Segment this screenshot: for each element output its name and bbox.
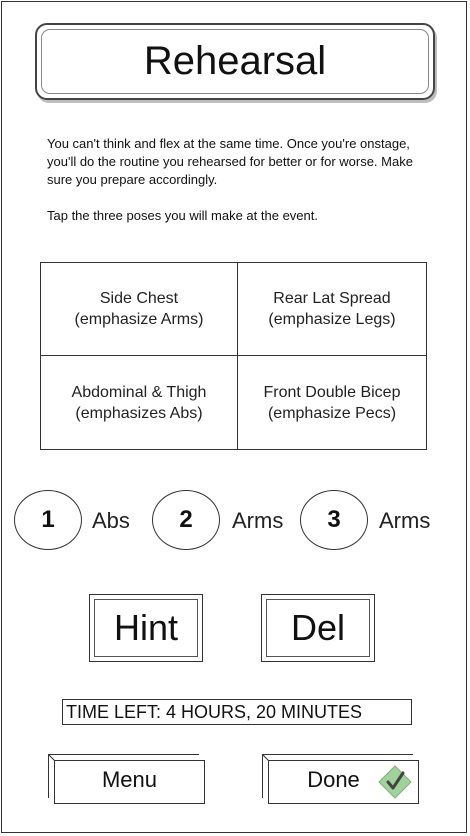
pose-emphasis: (emphasize Arms) — [74, 311, 204, 328]
checkmark-icon — [378, 765, 412, 799]
pose-rear-lat-spread[interactable]: Rear Lat Spread (emphasize Legs) — [238, 263, 426, 356]
slot-1-label: Abs — [92, 508, 130, 533]
intro-paragraph-1: You can't think and flex at the same tim… — [47, 136, 413, 187]
pose-side-chest[interactable]: Side Chest (emphasize Arms) — [41, 263, 238, 356]
time-left-display: TIME LEFT: 4 HOURS, 20 MINUTES — [62, 699, 412, 725]
pose-emphasis: (emphasize Legs) — [268, 311, 396, 328]
slot-1-number[interactable]: 1 — [14, 490, 82, 550]
slot-2-number[interactable]: 2 — [152, 490, 220, 550]
pose-name: Front Double Bicep — [263, 383, 401, 401]
pose-name: Abdominal & Thigh — [71, 383, 207, 401]
page-title: Rehearsal — [143, 39, 327, 83]
menu-button[interactable]: Menu — [48, 754, 205, 804]
intro-text: You can't think and flex at the same tim… — [47, 135, 427, 225]
hint-button-label: Hint — [113, 607, 179, 648]
pose-front-double-bicep[interactable]: Front Double Bicep (emphasize Pecs) — [238, 356, 426, 449]
pose-name: Side Chest — [99, 290, 179, 307]
pose-abdominal-thigh[interactable]: Abdominal & Thigh (emphasizes Abs) — [41, 356, 238, 449]
pose-grid: Side Chest (emphasize Arms) Rear Lat Spr… — [40, 262, 427, 450]
slot-3-number[interactable]: 3 — [300, 490, 368, 550]
pose-emphasis: (emphasizes Abs) — [75, 404, 203, 422]
title-banner: Rehearsal — [35, 23, 435, 100]
done-button-label: Done — [307, 767, 360, 792]
menu-button-label: Menu — [101, 767, 158, 792]
delete-button-label: Del — [290, 607, 346, 648]
pose-emphasis: (emphasize Pecs) — [267, 404, 397, 422]
menu-button-face: Menu — [54, 760, 205, 804]
delete-button[interactable]: Del — [261, 594, 375, 662]
hint-button[interactable]: Hint — [89, 594, 203, 662]
pose-name: Rear Lat Spread — [273, 290, 391, 307]
slot-3-label: Arms — [379, 508, 431, 533]
slot-2-label: Arms — [232, 508, 284, 533]
done-button[interactable]: Done — [262, 754, 419, 804]
intro-paragraph-2: Tap the three poses you will make at the… — [47, 208, 318, 223]
